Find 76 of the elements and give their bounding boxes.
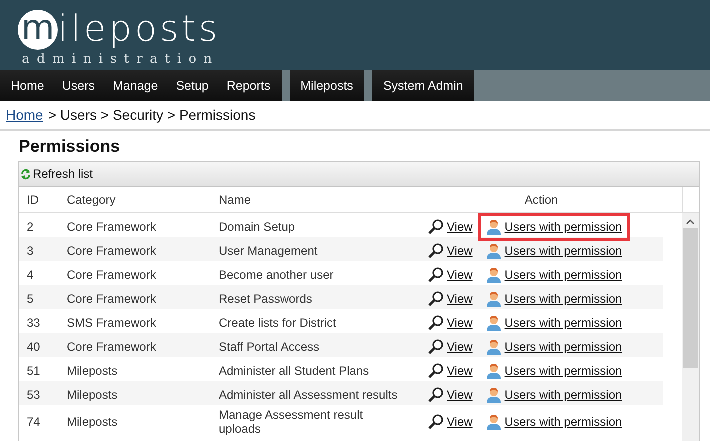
breadcrumb-link[interactable]: Home xyxy=(6,107,44,123)
view-link[interactable]: View xyxy=(426,338,475,356)
column-header: Name xyxy=(218,192,252,206)
user-icon xyxy=(486,414,502,430)
scrollbar-thumb[interactable] xyxy=(683,228,698,368)
nav-item[interactable]: Setup xyxy=(167,70,218,101)
page-title: Permissions xyxy=(19,137,122,157)
table-cell-text: 74 xyxy=(26,415,42,429)
user-icon xyxy=(486,291,502,307)
table-cell-text: Mileposts xyxy=(66,388,119,402)
users-with-permission-link[interactable]: Users with permission xyxy=(484,290,624,308)
table-cell-text: Administer all Assessment results xyxy=(218,388,398,402)
view-link[interactable]: View xyxy=(426,386,475,404)
column-header: Action xyxy=(524,192,560,206)
refresh-button[interactable]: Refresh list xyxy=(21,167,94,181)
logo-wordmark: ileposts xyxy=(58,12,221,48)
view-link[interactable]: View xyxy=(426,266,475,284)
table-cell-text: Mileposts xyxy=(66,415,119,429)
table-cell-text: Core Framework xyxy=(66,268,158,282)
users-with-permission-link[interactable]: Users with permission xyxy=(484,338,624,356)
breadcrumb-trail: > Users > Security > Permissions xyxy=(48,107,256,123)
table-cell-text: Reset Passwords xyxy=(218,292,312,306)
users-with-permission-link[interactable]: Users with permission xyxy=(484,242,624,260)
users-with-permission-link[interactable]: Users with permission xyxy=(484,362,624,380)
table-cell-text: Staff Portal Access xyxy=(218,340,320,354)
users-with-permission-link[interactable]: Users with permission xyxy=(484,266,624,284)
table-cell-text: SMS Framework xyxy=(66,316,158,330)
user-icon xyxy=(486,339,502,355)
table-cell-text: Domain Setup xyxy=(218,220,296,234)
magnifier-icon xyxy=(428,414,444,430)
users-with-permission-link[interactable]: Users with permission xyxy=(484,386,624,404)
user-icon xyxy=(486,387,502,403)
view-link[interactable]: View xyxy=(426,218,475,236)
view-link[interactable]: View xyxy=(426,242,475,260)
table-cell-text: Manage Assessment result uploads xyxy=(218,408,364,436)
table-cell-text: 51 xyxy=(26,364,42,378)
table-cell-text: 53 xyxy=(26,388,42,402)
view-link[interactable]: View xyxy=(426,290,475,308)
table-cell-text: 33 xyxy=(26,316,42,330)
refresh-icon xyxy=(21,168,31,180)
logo-initial: m xyxy=(18,10,58,50)
nav-item[interactable]: Users xyxy=(53,70,104,101)
user-icon xyxy=(486,363,502,379)
nav-item[interactable]: Reports xyxy=(218,70,280,101)
view-link[interactable]: View xyxy=(426,362,475,380)
nav-item[interactable]: System Admin xyxy=(374,70,472,101)
user-icon xyxy=(486,267,502,283)
nav-item[interactable]: Home xyxy=(2,70,54,101)
table-cell-text: 40 xyxy=(26,340,42,354)
table-cell-text: Create lists for District xyxy=(218,316,336,330)
column-header: Category xyxy=(66,192,117,206)
column-header: ID xyxy=(26,192,40,206)
table-cell-text: Core Framework xyxy=(66,340,158,354)
table-cell-text: User Management xyxy=(218,244,318,258)
table-cell-text: Administer all Student Plans xyxy=(218,364,370,378)
view-link[interactable]: View xyxy=(426,314,475,332)
scroll-up-icon xyxy=(686,219,695,225)
table-cell-text: Mileposts xyxy=(66,364,119,378)
user-icon xyxy=(486,315,502,331)
user-icon xyxy=(486,219,502,235)
table-cell-text: Become another user xyxy=(218,268,334,282)
table-cell-text: 2 xyxy=(26,220,35,234)
nav-item[interactable]: Mileposts xyxy=(292,70,362,101)
nav-item[interactable]: Manage xyxy=(104,70,168,101)
users-with-permission-link[interactable]: Users with permission xyxy=(484,218,624,236)
table-cell-text: 3 xyxy=(26,244,35,258)
table-cell-text: Core Framework xyxy=(66,220,158,234)
users-with-permission-link[interactable]: Users with permission xyxy=(484,413,624,431)
table-cell-text: 4 xyxy=(26,268,35,282)
users-with-permission-link[interactable]: Users with permission xyxy=(484,314,624,332)
view-link[interactable]: View xyxy=(426,413,475,431)
table-cell-text: 5 xyxy=(26,292,35,306)
table-cell-text: Core Framework xyxy=(66,244,158,258)
table-cell-text: Core Framework xyxy=(66,292,158,306)
user-icon xyxy=(486,243,502,259)
logo-subtitle: administration xyxy=(22,52,220,67)
